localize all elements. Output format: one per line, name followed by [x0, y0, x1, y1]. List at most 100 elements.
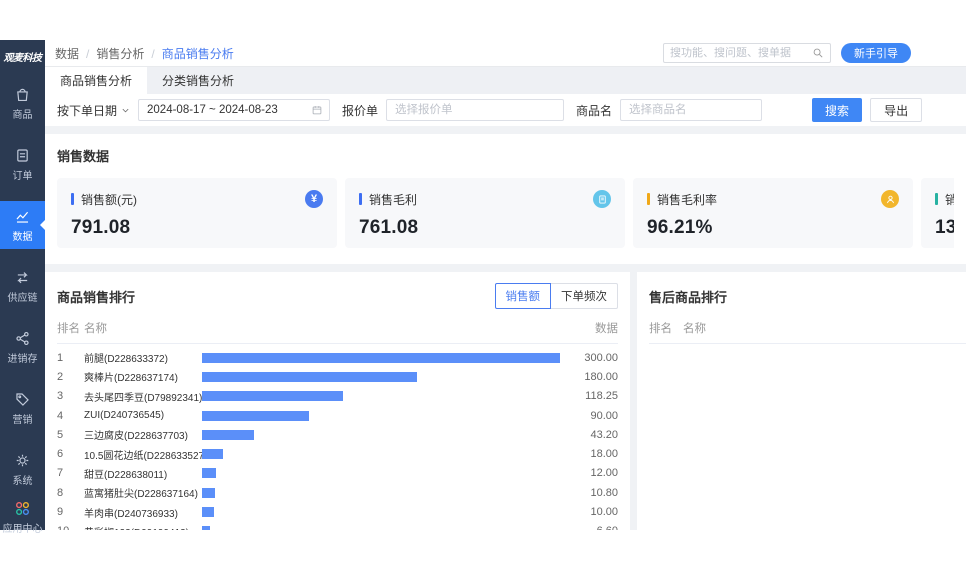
kpi-value: 761.08 — [359, 217, 611, 239]
breadcrumb-sales-analysis[interactable]: 销售分析 — [96, 45, 161, 62]
sales-value: 12.00 — [560, 467, 618, 479]
chevron-down-icon — [121, 106, 130, 115]
bar-track — [202, 372, 560, 382]
product-name-label: 商品名 — [576, 102, 612, 119]
toggle-sales-amount[interactable]: 销售额 — [495, 283, 552, 309]
sidebar-item-label: 进销存 — [8, 355, 38, 365]
rank-number: 3 — [57, 390, 84, 402]
ranking-row: 2 爽棒片(D228637174) 180.00 — [57, 367, 618, 386]
tab-product-sales[interactable]: 商品销售分析 — [45, 67, 147, 94]
product-name-input[interactable] — [620, 99, 762, 121]
kpi-value: 13 — [935, 217, 954, 239]
search-input[interactable] — [670, 47, 812, 59]
col-rank-header: 排名 — [649, 320, 683, 336]
sales-bar[interactable] — [202, 430, 254, 440]
sidebar-item-label: 营销 — [13, 416, 33, 426]
bar-track — [202, 391, 560, 401]
breadcrumb: 数据 销售分析 商品销售分析 — [55, 45, 234, 62]
sales-value: 90.00 — [560, 410, 618, 422]
bag-icon — [14, 86, 31, 108]
kpi-value: 791.08 — [71, 217, 323, 239]
sales-bar[interactable] — [202, 353, 560, 363]
sales-value: 300.00 — [560, 352, 618, 364]
search-button[interactable]: 搜索 — [812, 98, 862, 122]
sidebar-item-app-center[interactable]: 应用中心 — [0, 493, 45, 541]
sales-bar[interactable] — [202, 391, 343, 401]
sidebar-item-system[interactable]: 系统 — [0, 445, 45, 493]
column-headers: 排名 名称 数据 — [57, 320, 618, 344]
col-value-header: 数据 — [560, 320, 618, 336]
rank-number: 4 — [57, 410, 84, 422]
tab-category-sales[interactable]: 分类销售分析 — [147, 67, 249, 94]
invoice-icon — [593, 190, 611, 208]
sales-bar[interactable] — [202, 507, 214, 517]
sales-bar[interactable] — [202, 372, 417, 382]
kpi-label: 销售额(元) — [81, 191, 137, 208]
top-header: 数据 销售分析 商品销售分析 新手引导 — [45, 40, 966, 67]
sidebar-item-label: 系统 — [13, 477, 33, 487]
aftersale-ranking-panel: 售后商品排行 排名 名称 — [637, 272, 966, 530]
date-type-label: 按下单日期 — [57, 102, 117, 119]
product-name: 爽棒片(D228637174) — [84, 369, 202, 384]
sidebar-item-supply-chain[interactable]: 供应链 — [0, 262, 45, 310]
bar-track — [202, 353, 560, 363]
bar-track — [202, 526, 560, 530]
sales-bar[interactable] — [202, 411, 309, 421]
ranking-row: 4 ZUI(D240736545) 90.00 — [57, 406, 618, 425]
sales-data-title: 销售数据 — [57, 146, 954, 165]
breadcrumb-data[interactable]: 数据 — [55, 45, 96, 62]
accent-bar — [647, 193, 650, 205]
sidebar-item-label: 商品 — [13, 111, 33, 121]
date-type-select[interactable]: 按下单日期 — [57, 102, 130, 119]
rank-number: 7 — [57, 467, 84, 479]
ranking-title: 商品销售排行 — [57, 287, 135, 306]
global-search[interactable] — [663, 43, 831, 63]
search-icon[interactable] — [812, 47, 824, 59]
quote-select-input[interactable] — [386, 99, 564, 121]
sidebar-item-inventory[interactable]: 进销存 — [0, 323, 45, 371]
tab-bar: 商品销售分析 分类销售分析 — [45, 67, 966, 94]
rank-number: 5 — [57, 429, 84, 441]
ranking-row: 10 黄彩椒123(D99199413) 6.60 — [57, 522, 618, 530]
sales-bar[interactable] — [202, 468, 216, 478]
order-icon — [14, 147, 31, 169]
rank-number: 6 — [57, 448, 84, 460]
export-button[interactable]: 导出 — [870, 98, 922, 122]
kpi-value: 96.21% — [647, 217, 899, 239]
accent-bar — [359, 193, 362, 205]
sales-value: 118.25 — [560, 390, 618, 402]
sidebar-item-label: 应用中心 — [3, 525, 43, 535]
bar-track — [202, 488, 560, 498]
inventory-icon — [14, 330, 31, 352]
apps-icon — [14, 500, 31, 522]
beginner-guide-button[interactable]: 新手引导 — [841, 43, 911, 63]
col-name-header: 名称 — [84, 320, 560, 336]
sidebar-item-label: 供应链 — [8, 294, 38, 304]
sidebar-item-data[interactable]: 数据 — [0, 201, 45, 249]
rank-number: 9 — [57, 506, 84, 518]
sales-data-panel: 销售数据 销售额(元) ¥ 791.08 销售毛利 — [45, 134, 966, 264]
sales-bar[interactable] — [202, 526, 210, 530]
chart-icon — [14, 208, 31, 230]
toggle-order-frequency[interactable]: 下单频次 — [550, 283, 618, 309]
date-range-wrap — [138, 99, 330, 121]
bar-track — [202, 468, 560, 478]
kpi-label: 销售商品总数 — [945, 191, 954, 208]
bar-track — [202, 507, 560, 517]
sidebar-item-marketing[interactable]: 营销 — [0, 384, 45, 432]
kpi-cards: 销售额(元) ¥ 791.08 销售毛利 761.08 — [57, 178, 954, 248]
quote-label: 报价单 — [342, 102, 378, 119]
sidebar-item-goods[interactable]: 商品 — [0, 79, 45, 127]
ranking-rows: 1 前腿(D228633372) 300.00 2 爽棒片(D228637174… — [57, 344, 618, 530]
ranking-row: 6 10.5圆花边纸(D228633527) 18.00 — [57, 444, 618, 463]
filter-bar: 按下单日期 报价单 商品名 搜索 导出 — [45, 94, 966, 126]
sales-bar[interactable] — [202, 449, 223, 459]
sales-value: 6.60 — [560, 525, 618, 530]
bar-track — [202, 411, 560, 421]
product-name: 前腿(D228633372) — [84, 350, 202, 365]
sales-bar[interactable] — [202, 488, 215, 498]
product-name: 黄彩椒123(D99199413) — [84, 524, 202, 530]
product-name: 10.5圆花边纸(D228633527) — [84, 447, 202, 462]
sidebar-item-orders[interactable]: 订单 — [0, 140, 45, 188]
date-range-input[interactable] — [138, 99, 330, 121]
